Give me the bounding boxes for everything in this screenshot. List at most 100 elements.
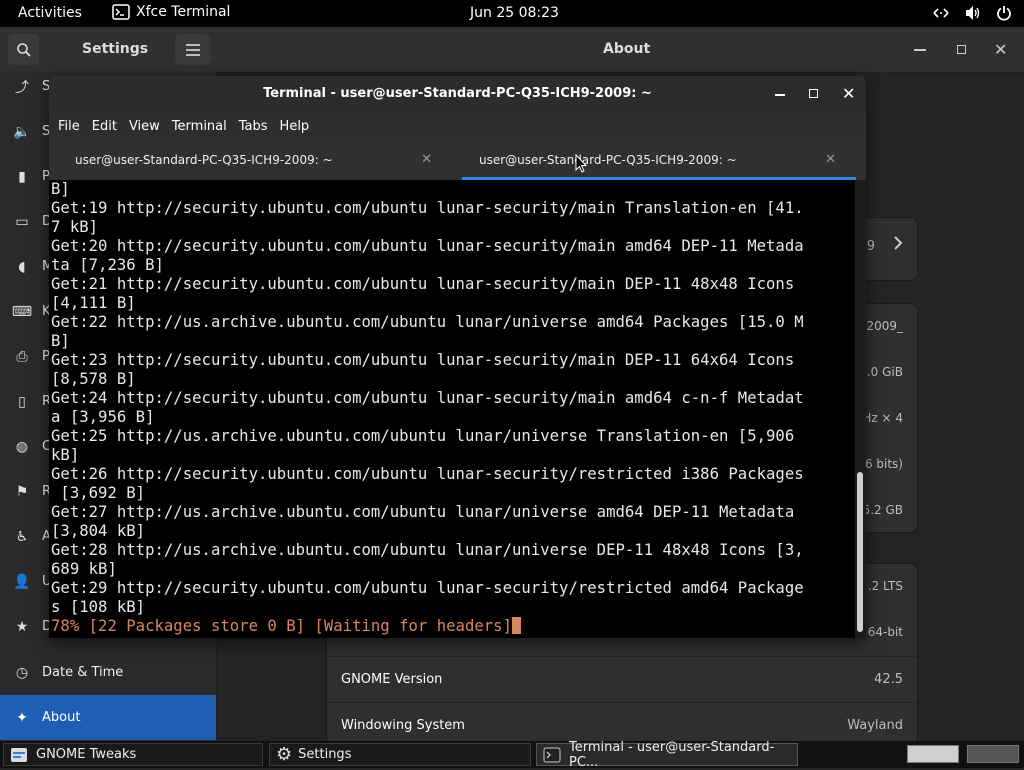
battery-icon: ▮ bbox=[18, 168, 26, 185]
os-type-peek: 64-bit bbox=[867, 625, 903, 639]
minimize-icon[interactable] bbox=[775, 94, 785, 96]
printer-icon: ⎙ bbox=[16, 348, 28, 365]
sidebar-item-label: Date & Time bbox=[42, 665, 124, 680]
terminal-line: Get:26 http://security.ubuntu.com/ubuntu… bbox=[51, 465, 804, 483]
row-value: Wayland bbox=[847, 718, 903, 733]
maximize-icon[interactable] bbox=[809, 89, 818, 98]
terminal-line: Get:21 http://security.ubuntu.com/ubuntu… bbox=[51, 275, 795, 293]
tab-2[interactable]: user@user-Standard-PC-Q35-ICH9-2009: ~ ✕ bbox=[453, 140, 861, 180]
close-tab-icon[interactable]: ✕ bbox=[421, 152, 432, 167]
tab-label: user@user-Standard-PC-Q35-ICH9-2009: ~ bbox=[75, 153, 333, 167]
gear-icon: ⚙ bbox=[276, 744, 293, 765]
terminal-menubar: File Edit View Terminal Tabs Help bbox=[49, 112, 866, 140]
search-icon bbox=[16, 42, 32, 58]
app-menu[interactable]: Xfce Terminal bbox=[112, 3, 230, 21]
terminal-line: kB] bbox=[51, 446, 80, 464]
keyboard-icon: ⌨ bbox=[11, 303, 33, 320]
menu-button[interactable] bbox=[175, 34, 210, 65]
color-icon: ◍ bbox=[15, 438, 29, 455]
taskbar-settings[interactable]: ⚙ Settings bbox=[269, 743, 531, 766]
tab-label: user@user-Standard-PC-Q35-ICH9-2009: ~ bbox=[479, 153, 737, 167]
users-icon: 👤 bbox=[13, 573, 31, 590]
power-icon bbox=[996, 5, 1012, 21]
terminal-line: [8,578 B] bbox=[51, 370, 136, 388]
terminal-line: 689 kB] bbox=[51, 560, 117, 578]
menu-view[interactable]: View bbox=[129, 119, 160, 134]
taskbar-label: Settings bbox=[298, 747, 352, 762]
app-name: Xfce Terminal bbox=[136, 4, 231, 20]
search-button[interactable] bbox=[8, 34, 39, 65]
taskbar: GNOME Tweaks ⚙ Settings Terminal - user@… bbox=[0, 740, 1024, 770]
terminal-line: [3,804 kB] bbox=[51, 522, 146, 540]
menu-help[interactable]: Help bbox=[280, 119, 310, 134]
terminal-line: a [3,956 B] bbox=[51, 408, 155, 426]
star-icon: ★ bbox=[15, 618, 29, 635]
maximize-icon[interactable] bbox=[957, 45, 966, 54]
terminal-line: B] bbox=[51, 180, 70, 198]
terminal-line: Get:25 http://us.archive.ubuntu.com/ubun… bbox=[51, 427, 795, 445]
clock-icon: ◷ bbox=[15, 664, 29, 681]
terminal-line: [4,111 B] bbox=[51, 294, 136, 312]
flag-icon: ⚑ bbox=[15, 483, 29, 500]
disk-capacity-peek: 5.2 GB bbox=[862, 503, 903, 517]
terminal-line: Get:27 http://us.archive.ubuntu.com/ubun… bbox=[51, 503, 795, 521]
menu-edit[interactable]: Edit bbox=[92, 119, 117, 134]
speaker-icon: 🔈 bbox=[13, 123, 31, 140]
settings-header: Settings About ✕ bbox=[0, 27, 1024, 73]
network-icon bbox=[932, 6, 950, 20]
taskbar-gnome-tweaks[interactable]: GNOME Tweaks bbox=[3, 743, 263, 766]
row-label: GNOME Version bbox=[341, 672, 443, 687]
workspace-1[interactable] bbox=[907, 745, 959, 763]
processor-peek: Hz × 4 bbox=[862, 411, 903, 425]
progress-line: 78% [22 Packages store 0 B] [Waiting for… bbox=[51, 617, 522, 636]
row-label: Windowing System bbox=[341, 718, 465, 733]
terminal-line: s [108 kB] bbox=[51, 598, 146, 616]
row-value: 42.5 bbox=[874, 672, 903, 687]
scrollbar[interactable] bbox=[855, 180, 866, 638]
taskbar-terminal[interactable]: Terminal - user@user-Standard-PC... bbox=[536, 740, 798, 770]
top-bar: Activities Xfce Terminal Jun 25 08:23 bbox=[0, 0, 1024, 27]
terminal-line: [3,692 B] bbox=[51, 484, 146, 502]
mouse-icon: ◖ bbox=[18, 258, 26, 275]
minimize-icon[interactable] bbox=[914, 49, 926, 51]
terminal-window[interactable]: Terminal - user@user-Standard-PC-Q35-ICH… bbox=[49, 76, 866, 638]
close-tab-icon[interactable]: ✕ bbox=[825, 152, 836, 167]
workspace-2[interactable] bbox=[967, 745, 1019, 763]
menu-file[interactable]: File bbox=[58, 119, 80, 134]
page-title: About bbox=[603, 41, 651, 57]
taskbar-label: GNOME Tweaks bbox=[36, 747, 137, 762]
sidebar-item-label: About bbox=[42, 710, 81, 725]
text-cursor bbox=[512, 617, 522, 634]
sidebar-item-date-time[interactable]: ◷ Date & Time bbox=[0, 650, 216, 695]
volume-icon bbox=[964, 5, 982, 21]
usb-icon: ▯ bbox=[18, 393, 26, 410]
memory-peek: .0 GiB bbox=[866, 365, 903, 379]
terminal-line: B] bbox=[51, 332, 70, 350]
progress-text: 78% [22 Packages store 0 B] [Waiting for… bbox=[51, 617, 513, 635]
share-icon: ⤴ bbox=[15, 79, 29, 96]
tab-1[interactable]: user@user-Standard-PC-Q35-ICH9-2009: ~ ✕ bbox=[49, 140, 457, 180]
menu-tabs[interactable]: Tabs bbox=[239, 119, 268, 134]
terminal-line: Get:29 http://security.ubuntu.com/ubuntu… bbox=[51, 579, 804, 597]
sidebar-item-about[interactable]: ✦ About bbox=[0, 695, 216, 740]
window-title: Terminal - user@user-Standard-PC-Q35-ICH… bbox=[263, 86, 652, 101]
terminal-tabbar: user@user-Standard-PC-Q35-ICH9-2009: ~ ✕… bbox=[49, 140, 866, 180]
system-tray[interactable] bbox=[932, 5, 1012, 21]
close-icon[interactable]: ✕ bbox=[842, 84, 855, 103]
scrollbar-thumb[interactable] bbox=[857, 472, 863, 632]
tweaks-icon bbox=[10, 747, 28, 763]
terminal-line: ta [7,236 B] bbox=[51, 256, 164, 274]
terminal-line: Get:20 http://security.ubuntu.com/ubuntu… bbox=[51, 237, 804, 255]
device-name-peek: 9 bbox=[866, 239, 875, 254]
clock[interactable]: Jun 25 08:23 bbox=[470, 5, 559, 21]
menu-terminal[interactable]: Terminal bbox=[172, 119, 227, 134]
terminal-output[interactable]: B] Get:19 http://security.ubuntu.com/ubun… bbox=[49, 180, 855, 638]
terminal-titlebar[interactable]: Terminal - user@user-Standard-PC-Q35-ICH… bbox=[49, 76, 866, 112]
chevron-right-icon bbox=[893, 235, 903, 251]
activities-button[interactable]: Activities bbox=[18, 5, 82, 21]
terminal-line: 7 kB] bbox=[51, 218, 99, 236]
settings-title: Settings bbox=[82, 41, 149, 57]
terminal-line: Get:22 http://us.archive.ubuntu.com/ubun… bbox=[51, 313, 804, 331]
terminal-line: Get:24 http://security.ubuntu.com/ubuntu… bbox=[51, 389, 804, 407]
close-icon[interactable]: ✕ bbox=[994, 40, 1007, 59]
